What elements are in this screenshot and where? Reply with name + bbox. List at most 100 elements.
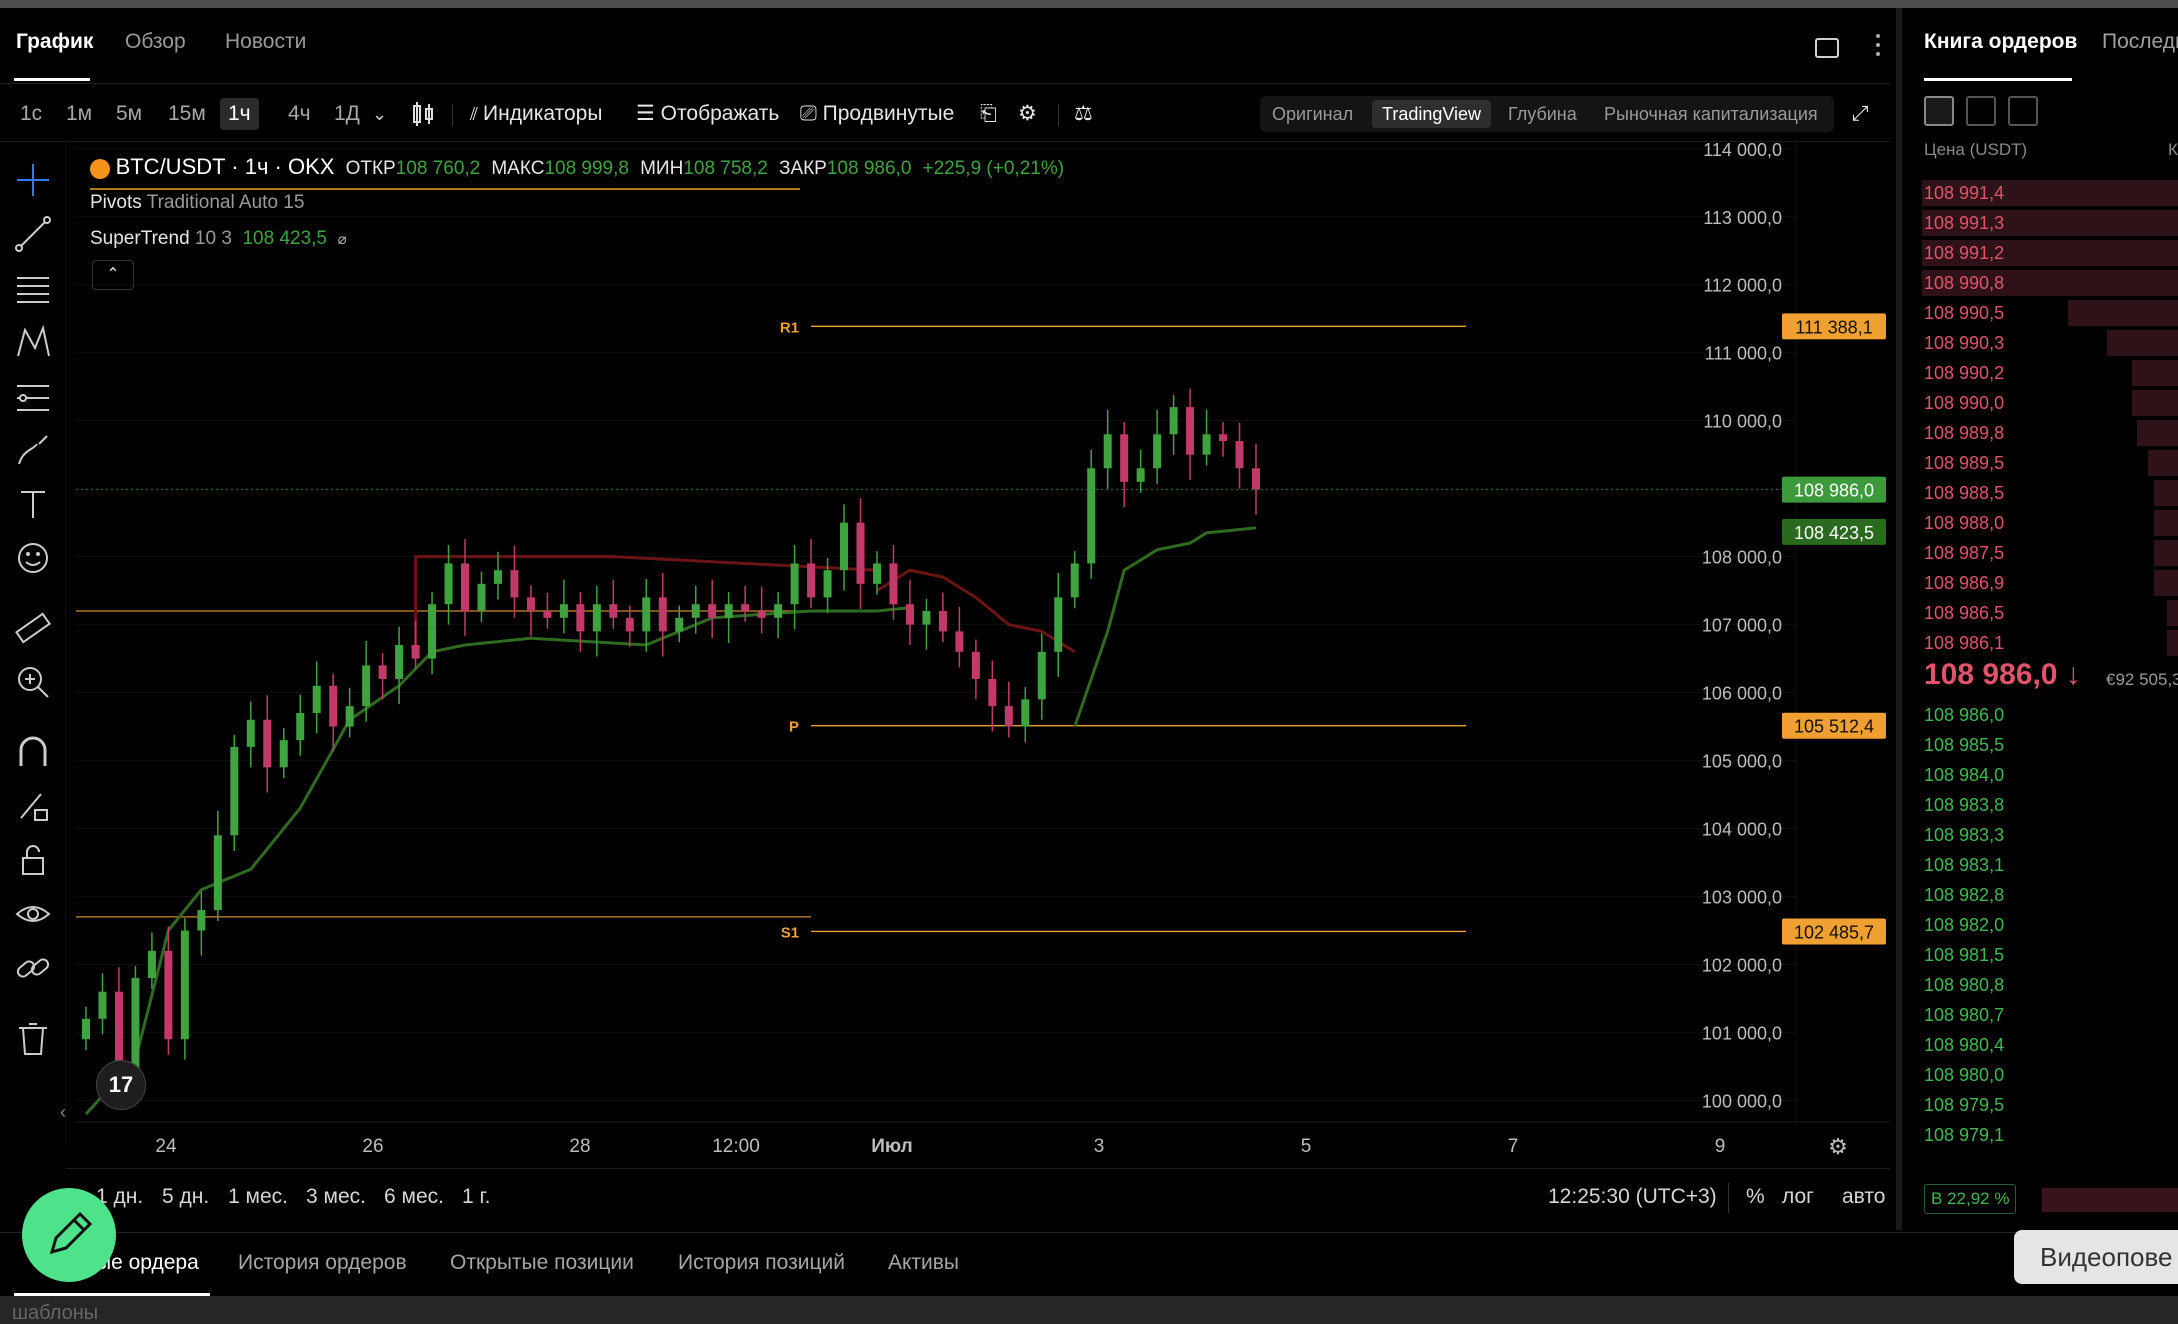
ask-row[interactable]: 108 989,5	[1908, 448, 2178, 478]
timeframe-1d[interactable]: 1Д	[326, 98, 368, 130]
text-tool-icon[interactable]	[13, 484, 53, 524]
range-1mo[interactable]: 1 мес.	[228, 1185, 288, 1209]
ask-row[interactable]: 108 988,5	[1908, 478, 2178, 508]
settings-gear-icon[interactable]: ⚙	[1828, 1134, 1848, 1159]
range-3mo[interactable]: 3 мес.	[306, 1185, 366, 1209]
bid-row[interactable]: 108 979,1	[1908, 1120, 2178, 1150]
timeframe-1s[interactable]: 1с	[12, 98, 50, 130]
orderbook-both-icon[interactable]	[1924, 96, 1954, 126]
trend-line-icon[interactable]	[13, 214, 53, 254]
tradingview-logo[interactable]: 17	[96, 1060, 146, 1110]
ask-row[interactable]: 108 989,8	[1908, 418, 2178, 448]
bid-row[interactable]: 108 982,8	[1908, 880, 2178, 910]
bid-row[interactable]: 108 983,1	[1908, 850, 2178, 880]
tab-overview[interactable]: Обзор	[125, 30, 186, 54]
visibility-toggle-icon[interactable]: ⌀	[338, 231, 347, 248]
percent-toggle[interactable]: %	[1746, 1185, 1765, 1209]
bid-row[interactable]: 108 982,0	[1908, 910, 2178, 940]
ask-row[interactable]: 108 988,0	[1908, 508, 2178, 538]
ask-row[interactable]: 108 991,4	[1908, 178, 2178, 208]
ask-row[interactable]: 108 991,3	[1908, 208, 2178, 238]
pivots-indicator-row[interactable]: Pivots Traditional Auto 15	[90, 192, 304, 214]
view-market-cap[interactable]: Рыночная капитализация	[1594, 100, 1828, 128]
bid-row[interactable]: 108 979,5	[1908, 1090, 2178, 1120]
view-original[interactable]: Оригинал	[1262, 100, 1363, 128]
replay-icon[interactable]: ⎗	[980, 98, 997, 130]
window-layout-icon[interactable]	[1815, 38, 1839, 58]
bid-row[interactable]: 108 985,5	[1908, 730, 2178, 760]
range-1y[interactable]: 1 г.	[462, 1185, 490, 1209]
fib-levels-icon[interactable]	[13, 268, 53, 308]
pencil-lock-icon[interactable]	[13, 786, 53, 826]
display-button[interactable]: ☰ Отображать	[636, 98, 779, 130]
ask-row[interactable]: 108 986,1	[1908, 628, 2178, 658]
timeframe-5m[interactable]: 5м	[108, 98, 150, 130]
bid-row[interactable]: 108 980,0	[1908, 1060, 2178, 1090]
eye-icon[interactable]	[13, 894, 53, 934]
timeframe-1m[interactable]: 1м	[58, 98, 100, 130]
timeframe-15m[interactable]: 15м	[160, 98, 214, 130]
ask-row[interactable]: 108 990,3	[1908, 328, 2178, 358]
lock-icon[interactable]	[13, 840, 53, 880]
link-icon[interactable]	[13, 948, 53, 988]
bid-row[interactable]: 108 981,5	[1908, 940, 2178, 970]
crosshair-icon[interactable]	[13, 160, 53, 200]
symbol-label[interactable]: BTC/USDT · 1ч · OKX	[116, 154, 335, 179]
trash-icon[interactable]	[13, 1018, 53, 1058]
timeframe-dropdown-chevron-icon[interactable]: ⌄	[372, 98, 387, 130]
bid-row[interactable]: 108 984,0	[1908, 760, 2178, 790]
more-vertical-icon[interactable]	[1876, 34, 1880, 64]
edit-fab-button[interactable]	[22, 1188, 116, 1282]
bid-row[interactable]: 108 983,3	[1908, 820, 2178, 850]
tab-assets[interactable]: Активы	[888, 1251, 959, 1275]
projection-icon[interactable]	[13, 376, 53, 416]
range-5d[interactable]: 5 дн.	[162, 1185, 209, 1209]
tab-order-history[interactable]: История ордеров	[238, 1251, 407, 1275]
indicators-button[interactable]: ⫽ Индикаторы	[470, 98, 602, 130]
gear-icon[interactable]: ⚙	[1018, 98, 1037, 130]
ask-row[interactable]: 108 990,8	[1908, 268, 2178, 298]
tab-position-history[interactable]: История позиций	[678, 1251, 845, 1275]
ask-row[interactable]: 108 986,5	[1908, 598, 2178, 628]
clock-timezone[interactable]: 12:25:30 (UTC+3)	[1548, 1185, 1717, 1209]
tab-open-positions[interactable]: Открытые позиции	[450, 1251, 634, 1275]
auto-toggle[interactable]: авто	[1842, 1185, 1885, 1209]
emoji-icon[interactable]	[13, 538, 53, 578]
ask-row[interactable]: 108 990,0	[1908, 388, 2178, 418]
price-chart[interactable]: 100 000,0 101 000,0 102 000,0 103 000,0 104 …	[76, 142, 1890, 1162]
chart-area[interactable]: 100 000,0 101 000,0 102 000,0 103 000,0 104 …	[76, 142, 1890, 1162]
advanced-button[interactable]: ⎚ Продвинутые	[800, 98, 954, 130]
bid-row[interactable]: 108 980,4	[1908, 1030, 2178, 1060]
orderbook-bids-icon[interactable]	[1966, 96, 1996, 126]
ask-row[interactable]: 108 991,2	[1908, 238, 2178, 268]
bid-row[interactable]: 108 983,8	[1908, 790, 2178, 820]
tab-chart[interactable]: График	[16, 30, 93, 54]
fullscreen-icon[interactable]: ⤢	[1852, 98, 1869, 130]
video-notice-button[interactable]: Видеопове	[2014, 1230, 2178, 1284]
timeframe-1h[interactable]: 1ч	[220, 98, 259, 130]
ask-row[interactable]: 108 986,9	[1908, 568, 2178, 598]
view-tradingview[interactable]: TradingView	[1372, 100, 1492, 128]
bid-row[interactable]: 108 986,0	[1908, 700, 2178, 730]
ruler-icon[interactable]	[13, 608, 53, 648]
ask-row[interactable]: 108 987,5	[1908, 538, 2178, 568]
ask-row[interactable]: 108 990,5	[1908, 298, 2178, 328]
view-depth[interactable]: Глубина	[1498, 100, 1587, 128]
orderbook-asks-icon[interactable]	[2008, 96, 2038, 126]
brush-icon[interactable]	[13, 430, 53, 470]
magnet-icon[interactable]	[13, 732, 53, 772]
candle-type-icon[interactable]	[410, 98, 436, 130]
ask-row[interactable]: 108 990,2	[1908, 358, 2178, 388]
tab-orderbook[interactable]: Книга ордеров	[1924, 30, 2077, 54]
supertrend-indicator-row[interactable]: SuperTrend 10 3 108 423,5 ⌀	[90, 228, 347, 250]
pattern-icon[interactable]	[13, 322, 53, 362]
tab-news[interactable]: Новости	[225, 30, 306, 54]
collapse-legend-button[interactable]: ⌃	[92, 260, 134, 290]
bid-row[interactable]: 108 980,7	[1908, 1000, 2178, 1030]
compare-scale-icon[interactable]: ⚖	[1074, 98, 1093, 130]
range-6mo[interactable]: 6 мес.	[384, 1185, 444, 1209]
timeframe-4h[interactable]: 4ч	[280, 98, 319, 130]
zoom-in-icon[interactable]	[13, 662, 53, 702]
log-toggle[interactable]: лог	[1782, 1185, 1814, 1209]
tab-recent-trades[interactable]: Последн	[2102, 30, 2178, 54]
